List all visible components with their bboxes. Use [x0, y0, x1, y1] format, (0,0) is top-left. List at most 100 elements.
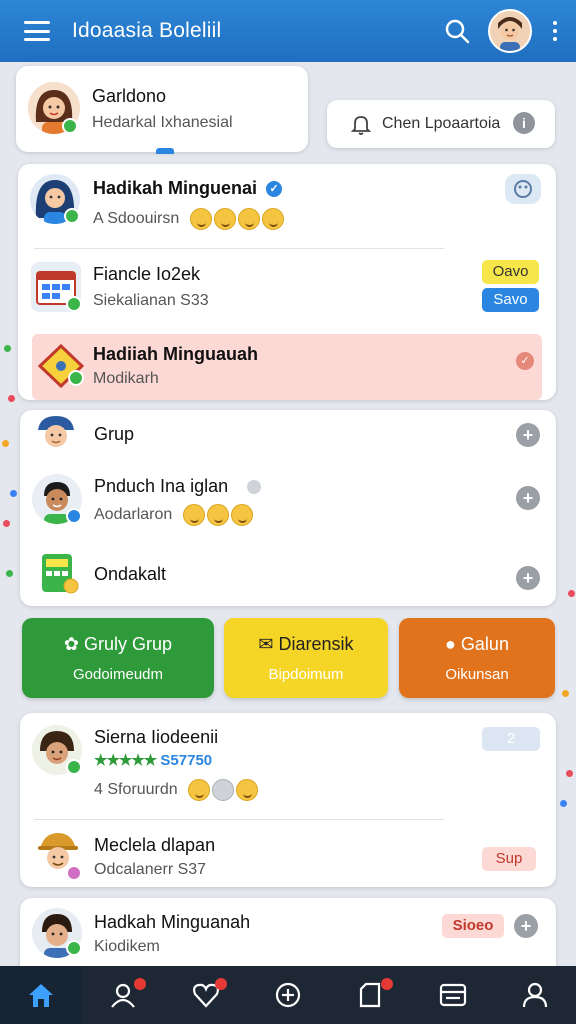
- emoji-reaction-icon: [236, 779, 259, 801]
- item-name: Sierna Iiodeenii: [94, 727, 219, 747]
- profile-subtitle: Hedarkal Ixhanesial: [92, 114, 233, 131]
- list-item[interactable]: Pnduch Ina iglan Aodarlaron +: [20, 468, 556, 532]
- message-action-button[interactable]: ✉ Diarensik Bipdoimum: [224, 618, 388, 698]
- emoji-reaction-icon: [230, 504, 253, 526]
- online-status-icon: [66, 759, 82, 775]
- app-title: Idoaasia Boleliil: [72, 19, 222, 42]
- online-status-icon: [62, 118, 78, 134]
- info-icon[interactable]: i: [513, 112, 535, 134]
- online-status-icon: [68, 370, 84, 386]
- status-badge: 2 Bovo: [482, 727, 540, 771]
- item-subtitle: Aodarlaron: [94, 504, 253, 526]
- item-subtitle: Odcalanerr S37: [94, 861, 207, 878]
- mail-icon: ✉: [258, 634, 274, 654]
- nav-cards[interactable]: [411, 966, 493, 1024]
- search-icon[interactable]: [440, 14, 474, 48]
- divider: [34, 248, 444, 249]
- item-name: Meclela dlapan: [94, 835, 216, 855]
- online-status-icon: [66, 940, 82, 956]
- item-subtitle: A Sdoouirsn: [93, 208, 284, 230]
- nav-account[interactable]: [494, 966, 576, 1024]
- item-subtitle: Modikarh: [93, 370, 159, 387]
- group-action-button[interactable]: ✿ Gruly Grup Godoimeudm: [22, 618, 214, 698]
- notification-badge: [134, 978, 147, 990]
- add-button[interactable]: +: [516, 486, 540, 510]
- online-status-icon: [66, 296, 82, 312]
- rating-price: ★★★★★ S57750: [94, 752, 213, 769]
- item-name: Pnduch Ina iglan: [94, 476, 262, 497]
- groups-card: Grup + Pnduch Ina iglan Aodarlaron + Ond…: [20, 410, 556, 606]
- list-item-highlighted[interactable]: Hadiiah Minguauah Modikarh ✓: [32, 334, 542, 400]
- avatar: [32, 414, 80, 454]
- item-subtitle: Kiodikem: [94, 938, 160, 955]
- group-icon: ✿: [63, 634, 80, 654]
- emoji-reaction-icon: [212, 779, 235, 801]
- status-badge: Oavo: [482, 260, 539, 284]
- cards-icon: [439, 983, 466, 1007]
- bell-icon: [349, 112, 373, 141]
- profile-card[interactable]: Garldono Hedarkal Ixhanesial: [16, 66, 308, 154]
- add-button[interactable]: +: [516, 423, 540, 447]
- list-item[interactable]: Sierna Iiodeenii ★★★★★ S57750 4 Sforuurd…: [20, 713, 556, 817]
- calculator-icon: [36, 550, 82, 596]
- sticker-button-icon[interactable]: [505, 174, 541, 204]
- emoji-reaction-icon: [237, 208, 260, 230]
- verified-icon: [66, 508, 82, 524]
- account-icon: [522, 982, 547, 1008]
- list-item[interactable]: Grup +: [20, 410, 556, 458]
- item-subtitle: 4 Sforuurdn: [94, 779, 259, 801]
- emoji-reaction-icon: [188, 779, 211, 801]
- add-square-icon: [275, 982, 301, 1008]
- nav-create[interactable]: [247, 966, 329, 1024]
- channel-button-label: Chen Lpoaartoia: [382, 115, 501, 132]
- save-button[interactable]: Savo: [482, 288, 539, 312]
- item-name: Ondakalt: [94, 564, 167, 584]
- inbox-icon: [360, 982, 381, 1008]
- list-item[interactable]: Hadikah Minguenai ✓ A Sdoouirsn: [18, 164, 556, 248]
- online-status-icon: [64, 208, 80, 224]
- action-subtitle: Godoimeudm: [72, 666, 164, 683]
- notification-badge: [381, 978, 394, 990]
- emoji-reaction-icon: [189, 208, 212, 230]
- menu-icon[interactable]: [24, 21, 50, 41]
- emoji-reaction-icon: [213, 208, 236, 230]
- emoji-reaction-icon: [206, 504, 229, 526]
- item-subtitle: Siekalianan S33: [93, 292, 209, 309]
- action-title: ● Galun: [445, 634, 509, 654]
- list-item[interactable]: Ondakalt +: [20, 544, 556, 600]
- paw-icon: [247, 480, 262, 495]
- item-name: Hadikah Minguenai ✓: [93, 178, 283, 199]
- item-name: Hadiiah Minguauah: [93, 344, 259, 364]
- group-name: Grup: [94, 424, 135, 444]
- page-indicator: [156, 148, 174, 154]
- nav-profile[interactable]: [82, 966, 164, 1024]
- nav-inbox[interactable]: [329, 966, 411, 1024]
- home-icon: [29, 984, 54, 1007]
- channel-button[interactable]: Chen Lpoaartoia i: [327, 100, 555, 148]
- status-badge: Sioeo: [442, 914, 504, 938]
- feed-card: Hadikah Minguenai ✓ A Sdoouirsn Fiancle …: [18, 164, 556, 400]
- gallery-action-button[interactable]: ● Galun Oikunsan: [399, 618, 555, 698]
- nav-home[interactable]: [0, 966, 83, 1024]
- divider: [34, 819, 444, 820]
- list-item[interactable]: Meclela dlapan Odcalanerr S37 Sup: [20, 823, 556, 887]
- top-app-bar: Idoaasia Boleliil: [0, 0, 576, 62]
- gallery-icon: ●: [445, 634, 456, 654]
- status-icon: [66, 865, 82, 881]
- add-button[interactable]: +: [516, 566, 540, 590]
- support-badge[interactable]: Sup: [482, 847, 536, 871]
- action-title: ✉ Diarensik: [258, 634, 354, 654]
- nav-favorites[interactable]: [165, 966, 247, 1024]
- more-vert-icon[interactable]: [548, 21, 562, 41]
- item-name: Fiancle Io2ek: [93, 264, 201, 284]
- item-name: Hadkah Minguanah: [94, 912, 251, 932]
- rating-stars-icon: ★★★★★: [94, 752, 157, 769]
- user-avatar[interactable]: [488, 9, 532, 53]
- profile-icon: [111, 983, 136, 1008]
- add-button[interactable]: +: [514, 914, 538, 938]
- action-subtitle: Oikunsan: [445, 666, 509, 683]
- heart-reaction-icon[interactable]: ✓: [516, 352, 534, 370]
- action-title: ✿ Gruly Grup: [63, 634, 173, 654]
- bottom-nav-bar: [0, 966, 576, 1024]
- list-item[interactable]: Fiancle Io2ek Siekalianan S33 Oavo Savo: [18, 250, 556, 330]
